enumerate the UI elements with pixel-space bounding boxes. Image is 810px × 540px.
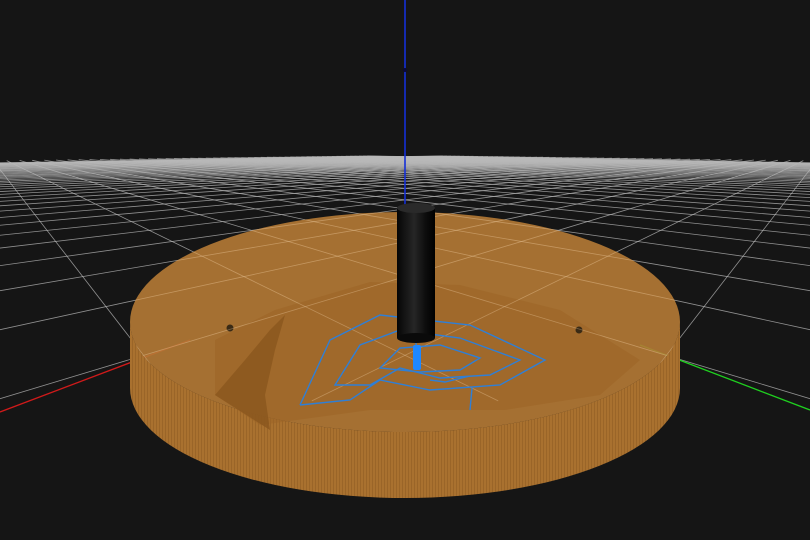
3d-viewport[interactable] xyxy=(0,0,810,540)
scene-canvas[interactable] xyxy=(0,0,810,540)
tool-shank-top xyxy=(397,203,435,213)
tool-shank xyxy=(397,208,435,338)
tool-tip xyxy=(413,345,421,370)
z-axis-marker xyxy=(403,68,407,72)
tool-shank-bottom xyxy=(397,333,435,343)
